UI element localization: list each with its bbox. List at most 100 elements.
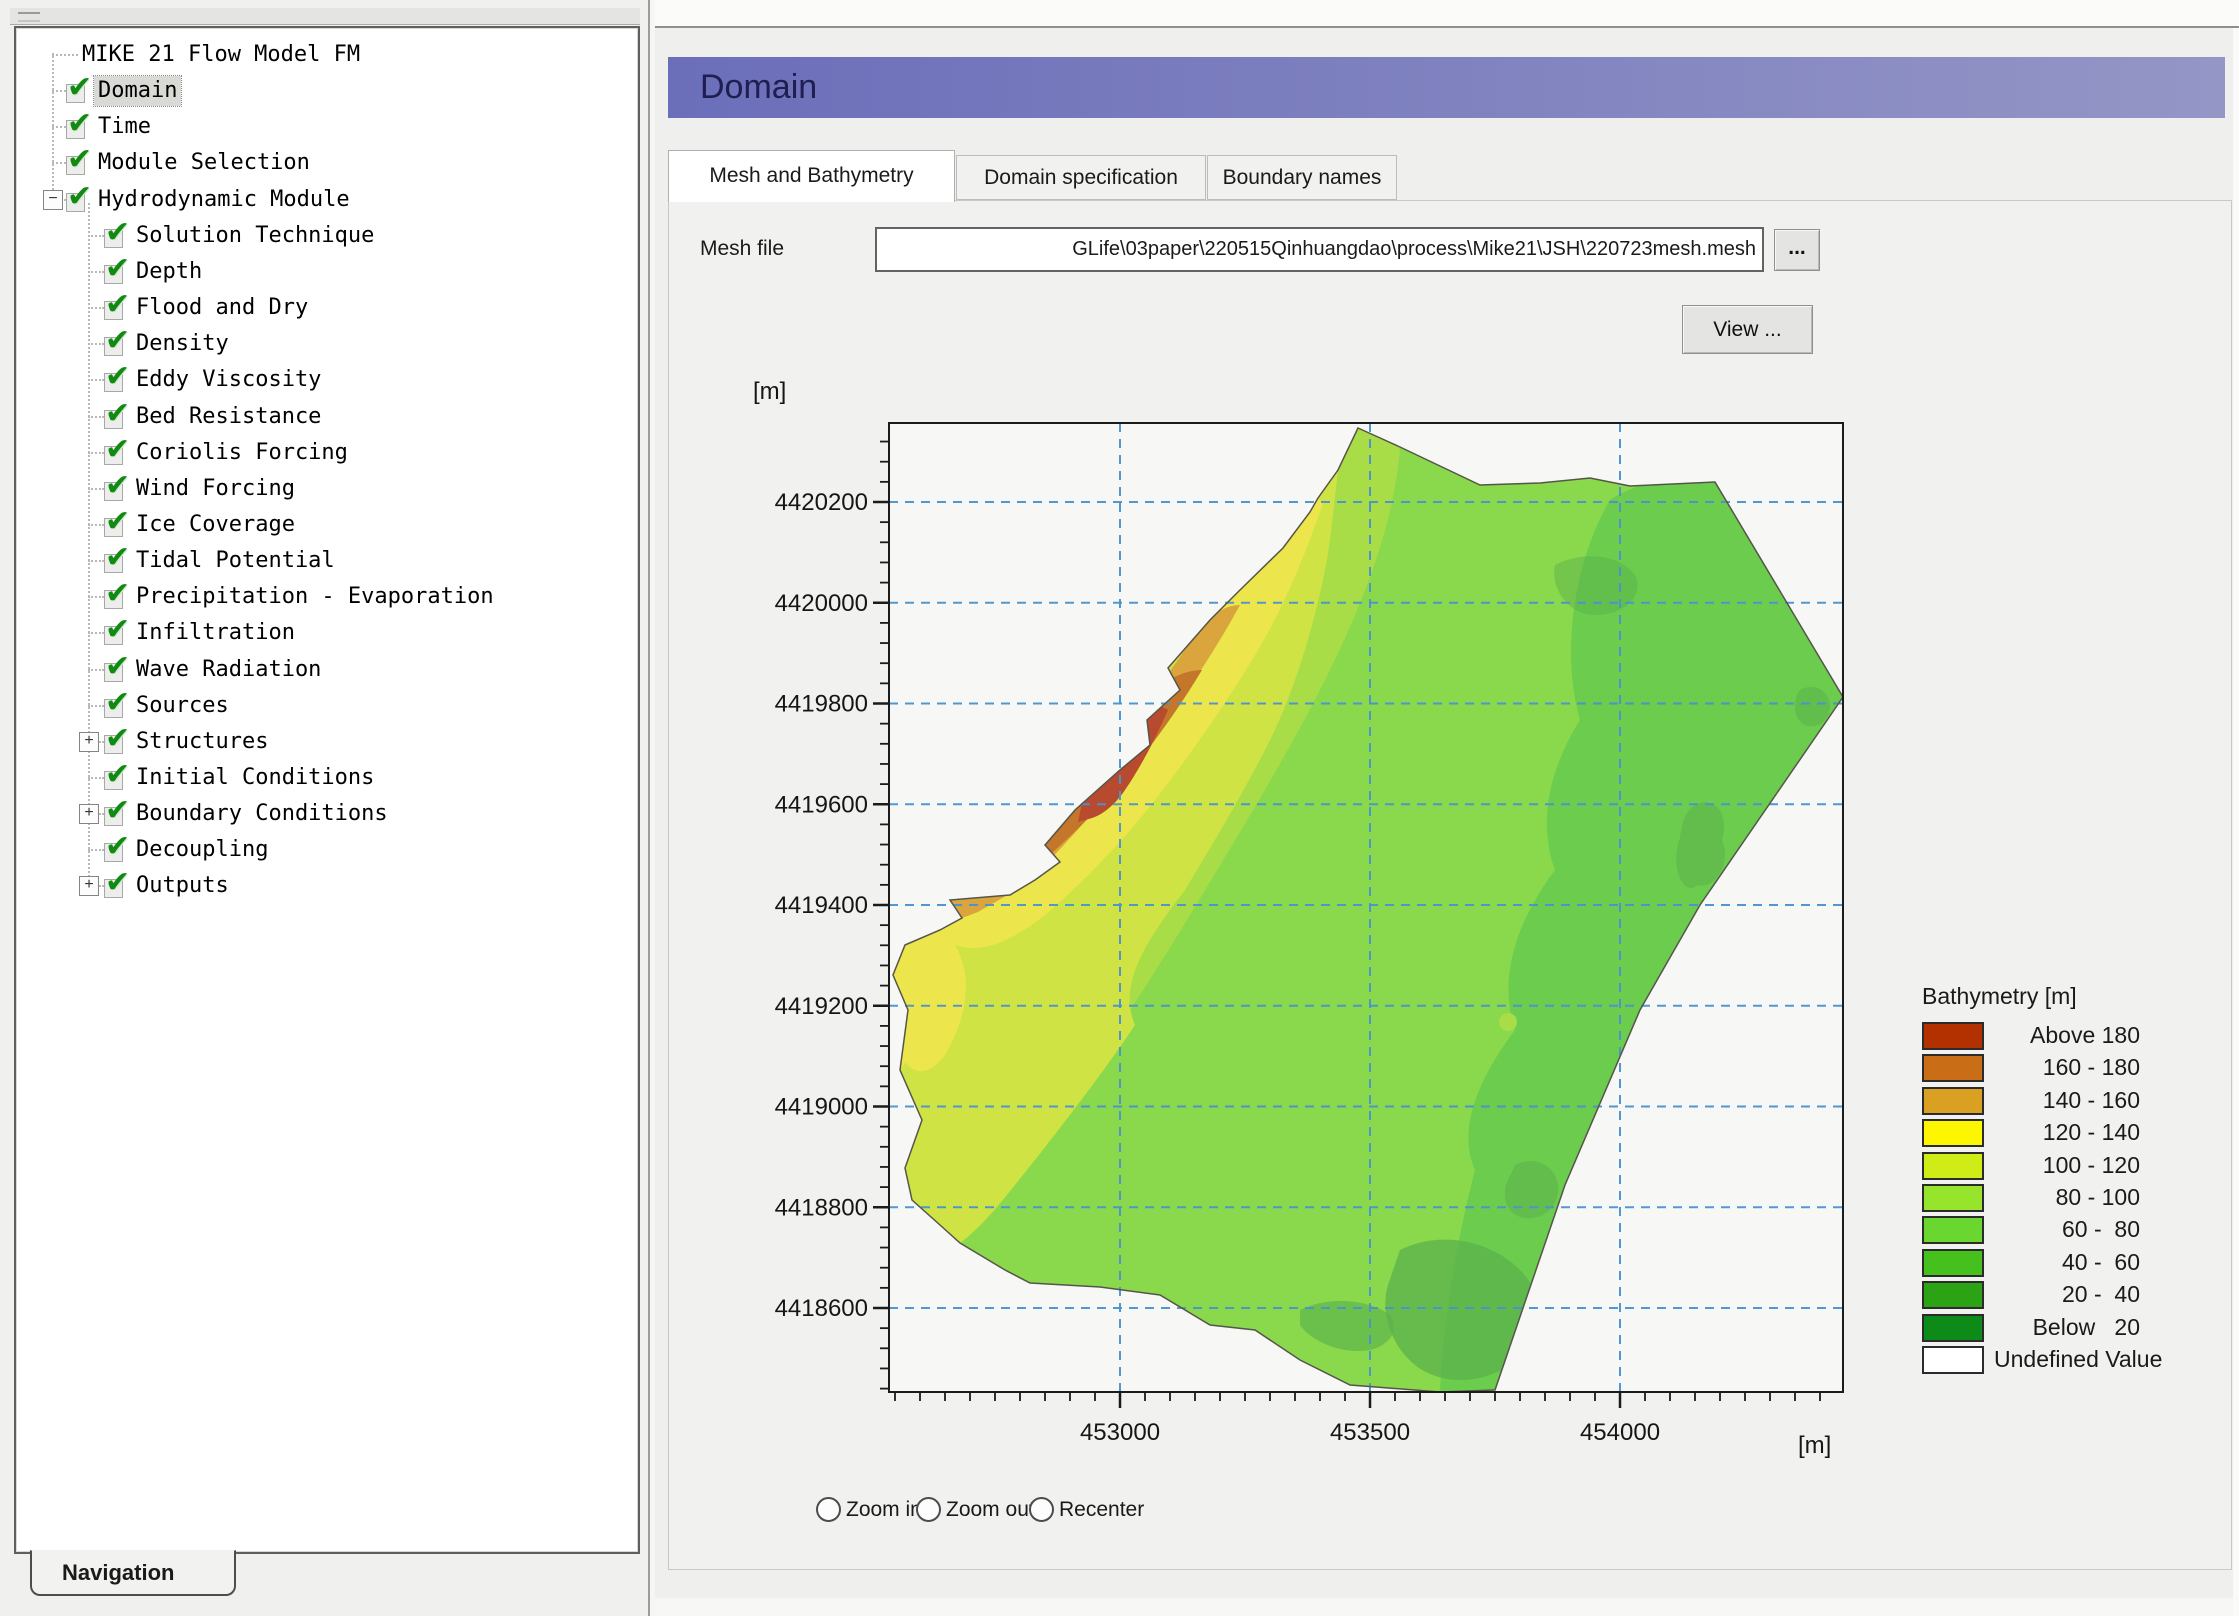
checked-icon: ✔ (105, 620, 130, 640)
tree-item-time[interactable]: ✔Time (16, 112, 638, 142)
browse-button[interactable]: ... (1774, 229, 1820, 271)
checked-icon: ✔ (105, 295, 130, 315)
legend-entry-label: 60 - 80 (1994, 1214, 2140, 1244)
checked-icon: ✔ (105, 223, 130, 243)
tree-expander-plus-icon[interactable]: + (79, 804, 99, 824)
tree-item-infiltration[interactable]: ✔Infiltration (16, 618, 638, 648)
legend-swatch (1922, 1314, 1984, 1342)
tree-connector-line (52, 54, 78, 56)
tree-item-hydrodynamic-module[interactable]: −✔Hydrodynamic Module (16, 185, 638, 215)
tree-expander-minus-icon[interactable]: − (43, 190, 63, 210)
tree-item-label[interactable]: MIKE 21 Flow Model FM (78, 40, 364, 70)
tree-item-label[interactable]: Module Selection (94, 148, 314, 178)
tree-connector-line (88, 849, 104, 851)
checked-icon: ✔ (105, 873, 130, 893)
tab-navigation[interactable]: Navigation (30, 1550, 236, 1596)
tree-item-label[interactable]: Precipitation - Evaporation (132, 582, 498, 612)
bathymetry-plot[interactable]: 4420200442000044198004419600441940044192… (740, 370, 1990, 1500)
tree-item-label[interactable]: Depth (132, 257, 206, 287)
tree-item-module-selection[interactable]: ✔Module Selection (16, 148, 638, 178)
navigation-panel: MIKE 21 Flow Model FM✔Domain✔Time✔Module… (0, 0, 648, 1616)
checked-icon: ✔ (105, 657, 130, 677)
tree-connector-line (88, 343, 104, 345)
tree-item-label[interactable]: Bed Resistance (132, 402, 325, 432)
tree-item-label[interactable]: Time (94, 112, 155, 142)
tree-item-depth[interactable]: ✔Depth (16, 257, 638, 287)
tree-item-initial-conditions[interactable]: ✔Initial Conditions (16, 763, 638, 793)
tree-item-label[interactable]: Eddy Viscosity (132, 365, 325, 395)
tree-item-decoupling[interactable]: ✔Decoupling (16, 835, 638, 865)
tree-item-structures[interactable]: + ✔Structures (16, 727, 638, 757)
tree-connector-line (88, 669, 104, 671)
legend-entry-label: 100 - 120 (1994, 1150, 2140, 1180)
svg-text:4419600: 4419600 (775, 791, 868, 818)
tree-expander-plus-icon[interactable]: + (79, 876, 99, 896)
tree-item-label[interactable]: Initial Conditions (132, 763, 378, 793)
tree-item-label[interactable]: Solution Technique (132, 221, 378, 251)
tree-item-density[interactable]: ✔Density (16, 329, 638, 359)
tree-item-tidal-potential[interactable]: ✔Tidal Potential (16, 546, 638, 576)
legend-swatch (1922, 1216, 1984, 1244)
content-top-strip (655, 0, 2239, 26)
radio-label[interactable]: Zoom out (946, 1496, 1035, 1523)
mesh-file-label: Mesh file (700, 237, 784, 261)
tree-item-solution-technique[interactable]: ✔Solution Technique (16, 221, 638, 251)
mesh-file-input[interactable]: GLife\03paper\220515Qinhuangdao\process\… (875, 227, 1764, 272)
tree-item-label[interactable]: Domain (94, 76, 181, 106)
tree-item-label[interactable]: Wave Radiation (132, 655, 325, 685)
checked-icon: ✔ (105, 476, 130, 496)
legend-swatch (1922, 1087, 1984, 1115)
radio-zoom-out[interactable] (916, 1497, 941, 1522)
radio-label[interactable]: Zoom in (846, 1496, 922, 1523)
svg-text:4419000: 4419000 (775, 1094, 868, 1121)
tree-item-precipitation-evaporation[interactable]: ✔Precipitation - Evaporation (16, 582, 638, 612)
tree-item-domain[interactable]: ✔Domain (16, 76, 638, 106)
legend-entry-label: 40 - 60 (1994, 1247, 2140, 1277)
tree-item-label[interactable]: Structures (132, 727, 272, 757)
tree-connector-line (52, 90, 66, 92)
view-button[interactable]: View ... (1682, 305, 1813, 354)
radio-recenter[interactable] (1029, 1497, 1054, 1522)
tree-item-label[interactable]: Boundary Conditions (132, 799, 392, 829)
tree-item-label[interactable]: Density (132, 329, 233, 359)
tree-item-mike-21-flow-model-fm[interactable]: MIKE 21 Flow Model FM (16, 40, 638, 70)
legend-swatch (1922, 1249, 1984, 1277)
tab-boundary-names[interactable]: Boundary names (1207, 155, 1397, 200)
tree-item-outputs[interactable]: + ✔Outputs (16, 871, 638, 901)
tab-mesh-and-bathymetry[interactable]: Mesh and Bathymetry (668, 150, 955, 202)
tree-item-label[interactable]: Tidal Potential (132, 546, 339, 576)
tree-item-label[interactable]: Infiltration (132, 618, 299, 648)
checked-icon: ✔ (105, 584, 130, 604)
tree-item-flood-and-dry[interactable]: ✔Flood and Dry (16, 293, 638, 323)
grip-handle-icon[interactable] (18, 12, 40, 22)
radio-label[interactable]: Recenter (1059, 1496, 1144, 1523)
tree-item-boundary-conditions[interactable]: +✔Boundary Conditions (16, 799, 638, 829)
checked-icon: ✔ (105, 765, 130, 785)
tree-item-eddy-viscosity[interactable]: ✔Eddy Viscosity (16, 365, 638, 395)
radio-zoom-in[interactable] (816, 1497, 841, 1522)
tree-item-sources[interactable]: ✔Sources (16, 691, 638, 721)
checked-icon: ✔ (105, 729, 130, 749)
tree-item-coriolis-forcing[interactable]: ✔Coriolis Forcing (16, 438, 638, 468)
tab-domain-specification[interactable]: Domain specification (956, 155, 1206, 200)
navigation-tree-frame: MIKE 21 Flow Model FM✔Domain✔Time✔Module… (14, 26, 640, 1554)
tree-expander-plus-icon[interactable]: + (79, 732, 99, 752)
svg-text:453500: 453500 (1330, 1419, 1410, 1446)
tree-item-label[interactable]: Coriolis Forcing (132, 438, 352, 468)
tree-item-wind-forcing[interactable]: ✔Wind Forcing (16, 474, 638, 504)
tree-item-label[interactable]: Flood and Dry (132, 293, 312, 323)
tree-item-label[interactable]: Outputs (132, 871, 233, 901)
legend-title: Bathymetry [m] (1922, 983, 2077, 1010)
legend-swatch (1922, 1281, 1984, 1309)
tree-item-label[interactable]: Sources (132, 691, 233, 721)
tree-item-ice-coverage[interactable]: ✔Ice Coverage (16, 510, 638, 540)
tree-item-label[interactable]: Hydrodynamic Module (94, 185, 354, 215)
tree-item-label[interactable]: Decoupling (132, 835, 272, 865)
tree-item-wave-radiation[interactable]: ✔Wave Radiation (16, 655, 638, 685)
legend-swatch (1922, 1022, 1984, 1050)
legend-swatch (1922, 1152, 1984, 1180)
tree-item-label[interactable]: Wind Forcing (132, 474, 299, 504)
tree-item-label[interactable]: Ice Coverage (132, 510, 299, 540)
page-title: Domain (668, 57, 2225, 118)
tree-item-bed-resistance[interactable]: ✔Bed Resistance (16, 402, 638, 432)
